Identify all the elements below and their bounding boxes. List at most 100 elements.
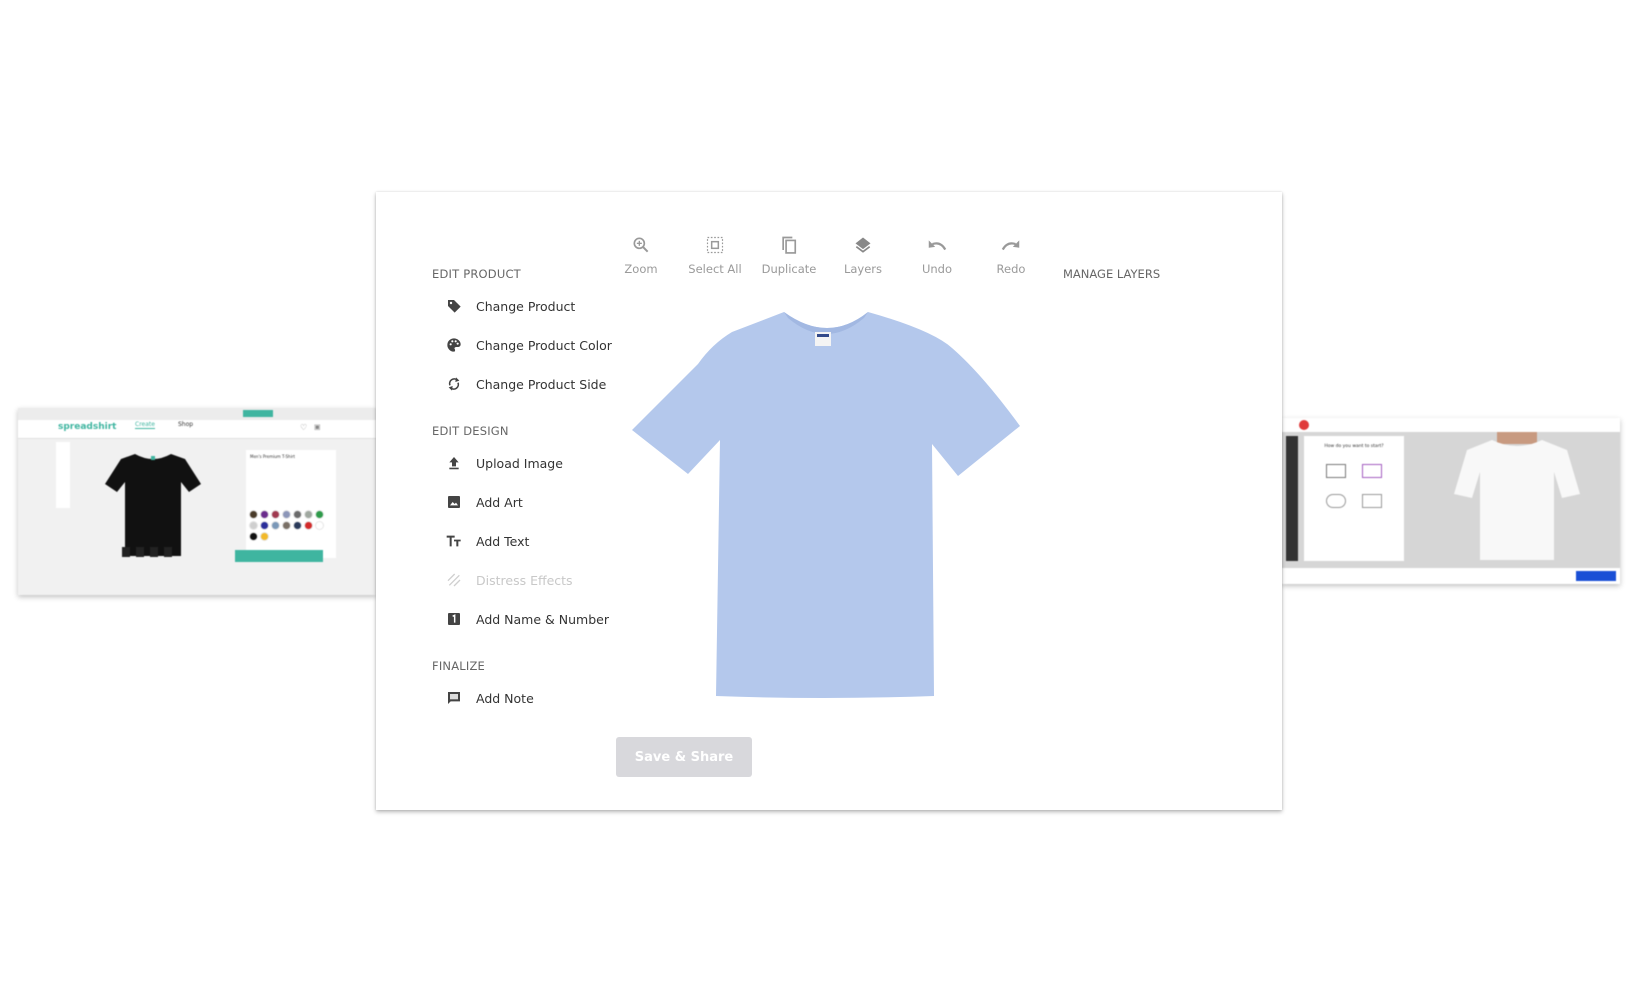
save-share-button[interactable]: Save & Share [616, 737, 752, 777]
color-swatch [260, 532, 269, 541]
tool-rail [1286, 436, 1298, 561]
change-product-side-item[interactable]: Change Product Side [444, 372, 606, 396]
add-art-label: Add Art [476, 494, 523, 510]
image-icon [448, 496, 460, 508]
brand-logo [1299, 420, 1309, 430]
upload-image-label: Upload Image [476, 455, 563, 471]
product-panel: Men's Premium T-Shirt [246, 450, 336, 558]
add-art-item[interactable]: Add Art [444, 490, 523, 514]
section-edit-product: EDIT PRODUCT [432, 267, 521, 281]
tshirt-label-brand [817, 334, 829, 337]
manage-layers-heading: MANAGE LAYERS [1063, 267, 1161, 281]
color-swatch [249, 510, 258, 519]
design-lab-panel: Zoom Select All Duplicate Layers Undo Re… [376, 192, 1282, 810]
black-tshirt-image [105, 454, 201, 556]
color-swatch [260, 521, 269, 530]
custom-ink-screenshot-thumbnail: How do you want to start? [1282, 418, 1620, 584]
undo-label: Undo [921, 262, 953, 276]
distress-icon [447, 573, 461, 587]
note-icon [448, 692, 460, 704]
view-front [122, 547, 130, 557]
white-tshirt-model-image [1454, 432, 1580, 560]
color-swatch [293, 521, 302, 530]
add-text-item[interactable]: Add Text [444, 529, 529, 553]
palette-icon [447, 338, 461, 352]
add-name-number-item[interactable]: Add Name & Number [444, 607, 609, 631]
change-product-side-label: Change Product Side [476, 376, 607, 392]
color-swatch [304, 521, 313, 530]
view-left [150, 547, 158, 557]
distress-effects-label: Distress Effects [476, 572, 573, 588]
layers-button[interactable]: Layers [828, 232, 898, 276]
heart-icon: ♡ [300, 423, 308, 432]
color-swatch [271, 521, 280, 530]
start-prompt: How do you want to start? [1324, 444, 1384, 449]
redo-icon [1001, 240, 1020, 251]
redo-label: Redo [996, 262, 1026, 276]
tab-create: Create [135, 421, 155, 429]
add-art-option [1362, 464, 1382, 478]
cart-icon: ▣ [314, 423, 321, 431]
color-swatch [249, 521, 258, 530]
add-text-label: Add Text [476, 533, 530, 549]
redo-button[interactable]: Redo [976, 232, 1046, 276]
select-all-icon [706, 236, 724, 254]
zoom-label: Zoom [624, 262, 658, 276]
brand-logo: spreadshirt [58, 422, 117, 432]
change-product-color-label: Change Product Color [476, 337, 612, 353]
color-swatch [260, 510, 269, 519]
change-product-color-item[interactable]: Change Product Color [444, 333, 612, 357]
duplicate-icon [782, 236, 797, 254]
spreadshirt-screenshot-thumbnail: spreadshirt Create Shop ♡ ▣ Men's Premiu… [18, 408, 376, 595]
color-swatch [271, 510, 280, 519]
view-back [136, 547, 144, 557]
layers-icon [855, 237, 871, 253]
color-swatch [282, 521, 291, 530]
number-icon [448, 613, 460, 625]
header: spreadshirt Create Shop ♡ ▣ [18, 420, 376, 439]
add-note-item[interactable]: Add Note [444, 686, 534, 710]
product-title: Men's Premium T-Shirt [250, 454, 295, 459]
select-all-label: Select All [688, 262, 742, 276]
text-icon [446, 535, 461, 547]
color-swatch [249, 532, 258, 541]
select-all-button[interactable]: Select All [680, 232, 750, 276]
rotate-icon [448, 377, 460, 391]
undo-button[interactable]: Undo [902, 232, 972, 276]
color-swatch [315, 521, 324, 530]
color-swatches [249, 510, 333, 541]
change-product-item[interactable]: Change Product [444, 294, 575, 318]
undo-icon [928, 240, 947, 251]
zoom-button[interactable]: Zoom [606, 232, 676, 276]
tab-shop: Shop [178, 421, 194, 428]
order-options-button [1576, 571, 1616, 581]
tag-icon [448, 300, 461, 313]
duplicate-button[interactable]: Duplicate [754, 232, 824, 276]
section-edit-design: EDIT DESIGN [432, 424, 509, 438]
color-swatch [293, 510, 302, 519]
add-name-number-label: Add Name & Number [476, 611, 609, 627]
zoom-in-icon [633, 237, 649, 253]
top-bar [18, 408, 376, 420]
duplicate-label: Duplicate [761, 262, 817, 276]
add-note-label: Add Note [476, 690, 534, 706]
color-swatch [315, 510, 324, 519]
color-swatch [304, 510, 313, 519]
change-products-option [1362, 494, 1382, 508]
layers-label: Layers [843, 262, 883, 276]
promo-badge [243, 410, 273, 417]
side-tools [56, 442, 70, 508]
distress-effects-item[interactable]: Distress Effects [444, 568, 573, 592]
bottom-bar [1282, 568, 1620, 584]
upload-icon [449, 457, 459, 470]
get-price-button [235, 550, 323, 562]
section-finalize: FINALIZE [432, 659, 486, 673]
color-swatch [282, 510, 291, 519]
tshirt-body [632, 312, 1020, 698]
header [1282, 418, 1620, 432]
view-right [164, 547, 172, 557]
view-thumbnails [122, 547, 172, 557]
upload-image-item[interactable]: Upload Image [444, 451, 563, 475]
add-text-option [1326, 464, 1346, 478]
change-product-label: Change Product [476, 298, 576, 314]
